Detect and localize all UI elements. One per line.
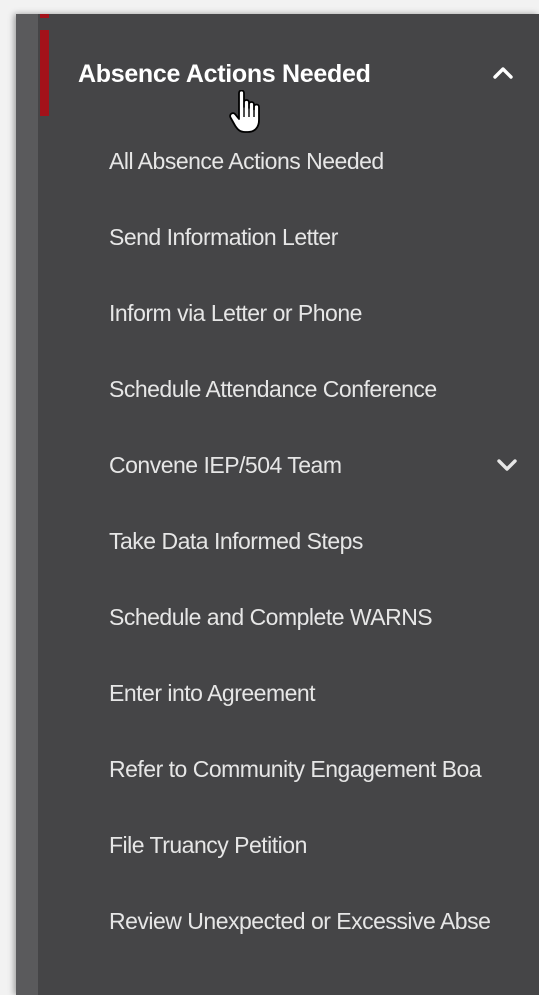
menu-item-label: Schedule and Complete WARNS [109, 604, 433, 630]
section-header-absence-actions[interactable]: Absence Actions Needed [16, 52, 539, 98]
menu-item-refer-to-community-engagement-board[interactable]: Refer to Community Engagement Boa [16, 752, 539, 828]
menu-item-label: Send Information Letter [109, 224, 338, 250]
menu-item-label: Schedule Attendance Conference [109, 376, 437, 402]
menu-item-inform-via-letter-or-phone[interactable]: Inform via Letter or Phone [16, 296, 539, 372]
menu-item-label: All Absence Actions Needed [109, 148, 384, 174]
menu-item-label: Inform via Letter or Phone [109, 300, 362, 326]
sidebar-nav-panel: Absence Actions Needed All Absence Actio… [16, 14, 539, 995]
menu-item-label: Review Unexpected or Excessive Abse [109, 908, 491, 934]
menu-item-all-absence-actions[interactable]: All Absence Actions Needed [16, 144, 539, 220]
menu-item-enter-into-agreement[interactable]: Enter into Agreement [16, 676, 539, 752]
menu-item-file-truancy-petition[interactable]: File Truancy Petition [16, 828, 539, 904]
menu-item-send-information-letter[interactable]: Send Information Letter [16, 220, 539, 296]
chevron-down-icon[interactable] [496, 454, 518, 476]
chevron-up-icon[interactable] [492, 62, 514, 84]
menu-item-label: Enter into Agreement [109, 680, 316, 706]
menu-item-convene-iep-504-team[interactable]: Convene IEP/504 Team [16, 448, 539, 524]
section-title: Absence Actions Needed [78, 60, 371, 88]
menu-item-label: File Truancy Petition [109, 832, 307, 858]
absence-actions-submenu: All Absence Actions Needed Send Informat… [16, 144, 539, 980]
menu-item-label: Refer to Community Engagement Boa [109, 756, 482, 782]
window-frame: Absence Actions Needed All Absence Actio… [0, 0, 539, 995]
hand-pointer-icon [228, 89, 262, 134]
menu-item-schedule-and-complete-warns[interactable]: Schedule and Complete WARNS [16, 600, 539, 676]
menu-item-review-unexpected-or-excessive-absences[interactable]: Review Unexpected or Excessive Abse [16, 904, 539, 980]
menu-item-take-data-informed-steps[interactable]: Take Data Informed Steps [16, 524, 539, 600]
active-indicator-tick [40, 14, 49, 18]
menu-item-label: Take Data Informed Steps [109, 528, 363, 554]
menu-item-label: Convene IEP/504 Team [109, 452, 342, 478]
menu-item-schedule-attendance-conference[interactable]: Schedule Attendance Conference [16, 372, 539, 448]
